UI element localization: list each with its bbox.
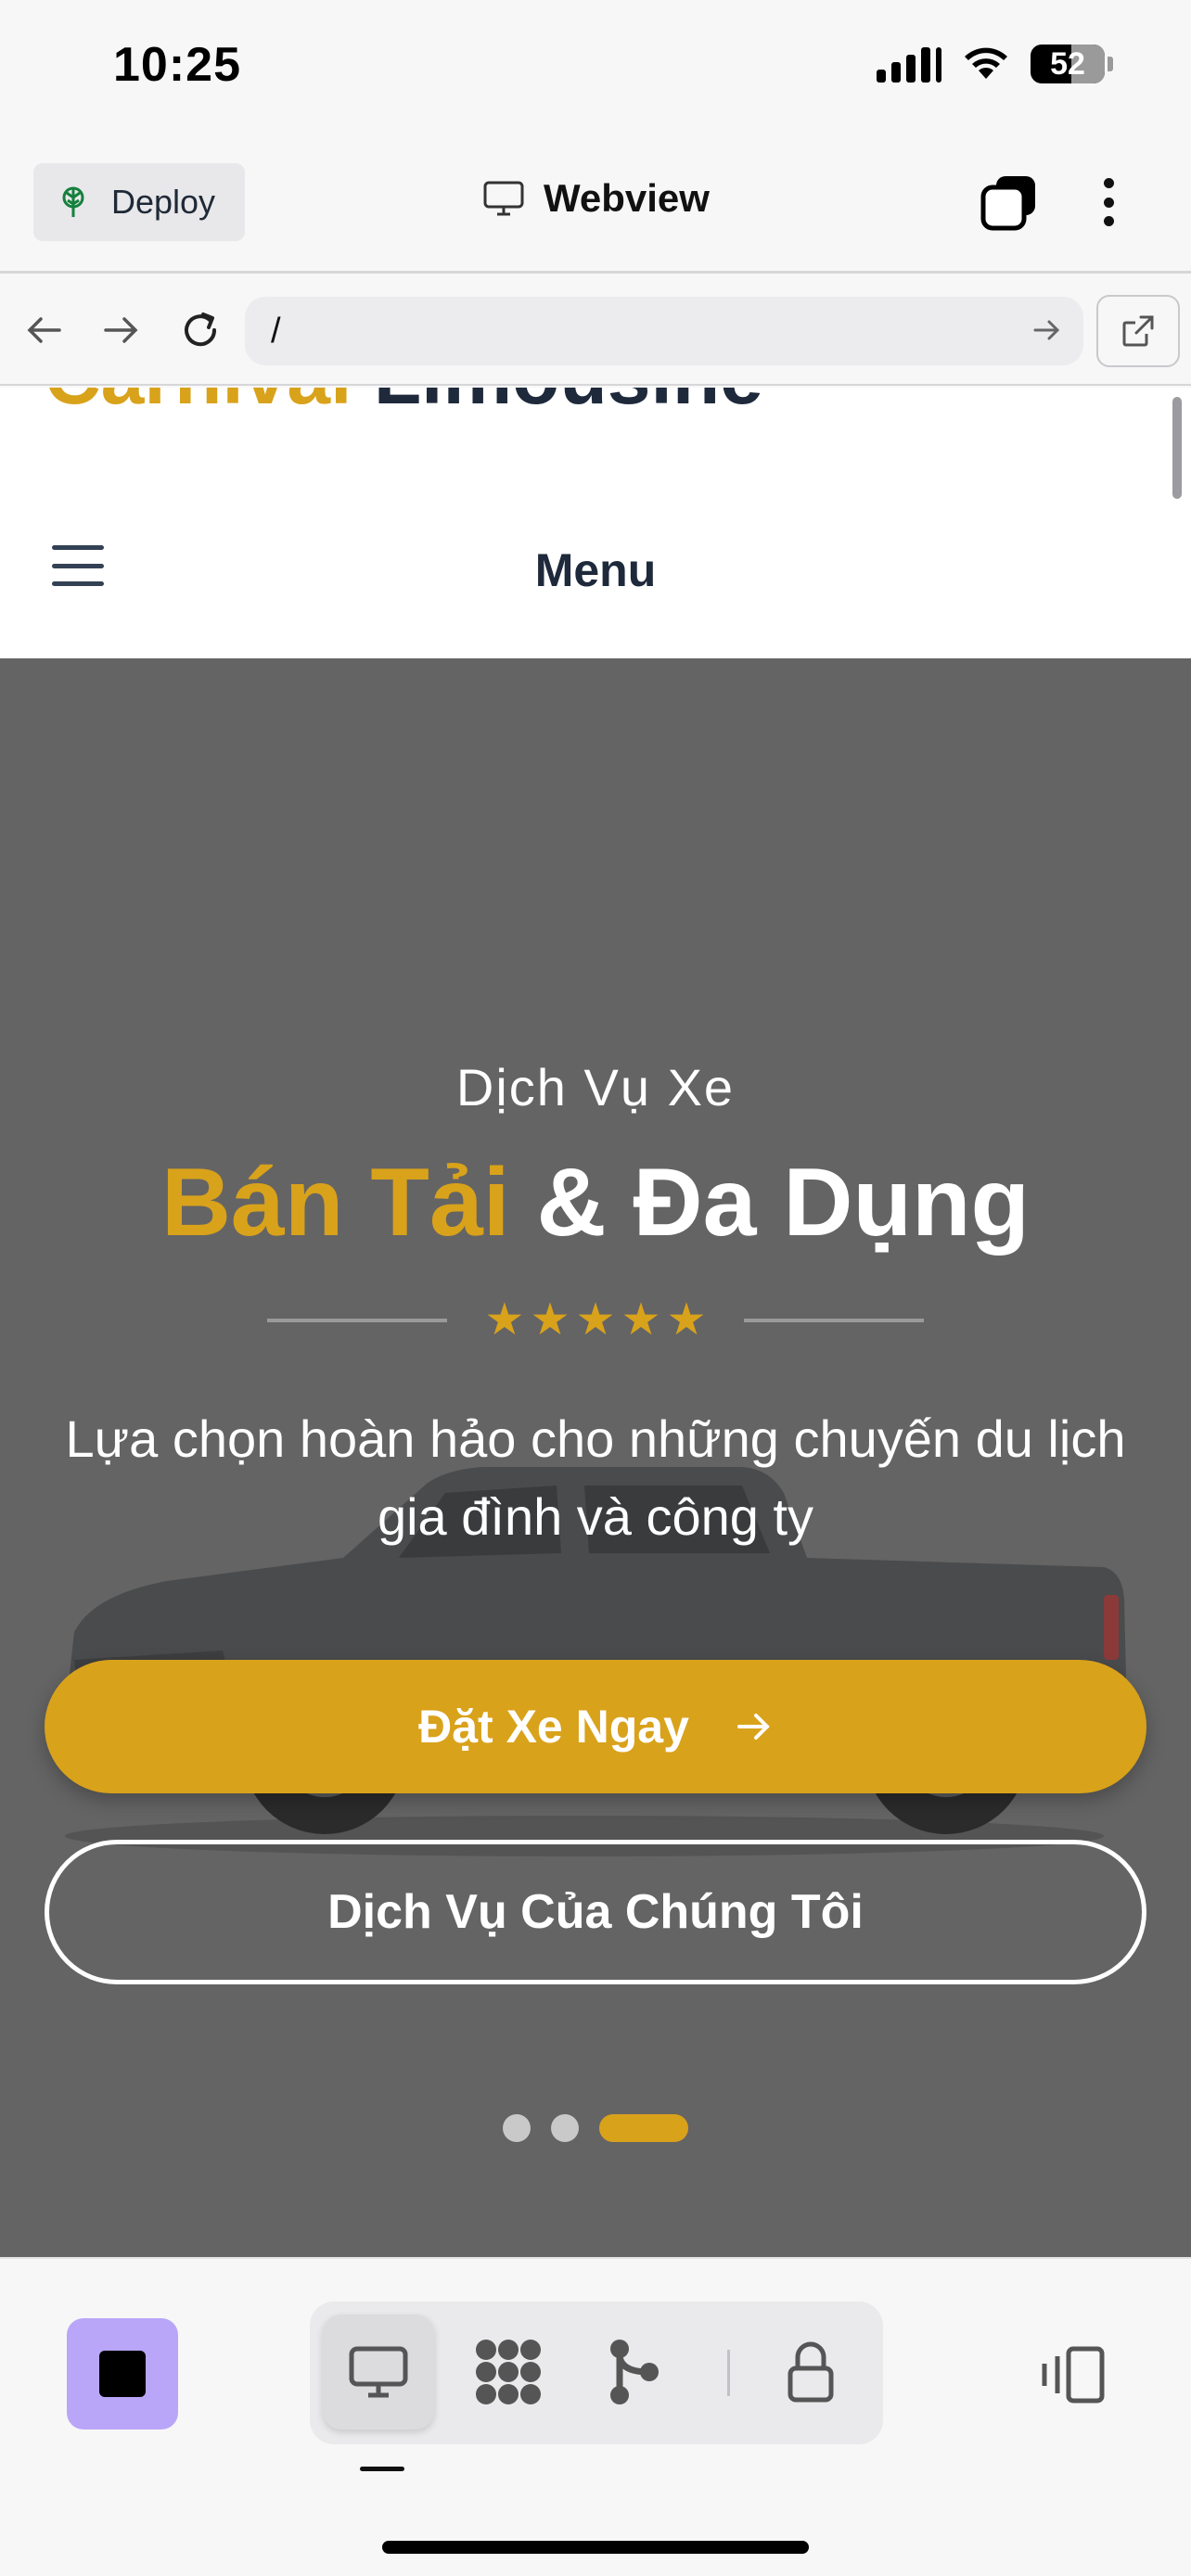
bottom-toolbar (0, 2257, 1191, 2576)
slide-dot-3[interactable] (599, 2114, 688, 2142)
tabs-icon[interactable] (980, 172, 1039, 232)
brand-part1: Carnival (45, 388, 352, 420)
webview-title: Webview (482, 176, 710, 221)
monitor-icon (483, 181, 524, 216)
status-time: 10:25 (113, 38, 241, 92)
git-branch-icon (610, 2340, 659, 2404)
toolbar-separator (727, 2350, 730, 2396)
deploy-label: Deploy (111, 183, 216, 221)
view-switcher (310, 2302, 883, 2444)
rating-stars-icon: ★ ★ ★ ★ ★ (484, 1295, 707, 1345)
webview-tab[interactable] (323, 2315, 434, 2429)
brand-part2: Limousine (374, 388, 763, 420)
deploy-icon (62, 186, 84, 217)
go-arrow-icon[interactable] (1031, 313, 1063, 347)
deploy-button[interactable]: Deploy (33, 163, 245, 241)
slider-dots (0, 2114, 1191, 2142)
hero-title-highlight: Bán Tải (160, 1149, 510, 1256)
site-nav: Menu (0, 490, 1191, 657)
our-services-label: Dịch Vụ Của Chúng Tôi (327, 1885, 864, 1939)
layout-toggle-button[interactable] (1030, 2333, 1113, 2417)
menu-label[interactable]: Menu (0, 543, 1191, 597)
hero-description: Lựa chọn hoàn hảo cho những chuyến du lị… (65, 1409, 1126, 1546)
active-tab-indicator (360, 2467, 404, 2471)
slide-dot-2[interactable] (551, 2114, 579, 2142)
app-bar: Deploy Webview (0, 139, 1191, 274)
monitor-icon (349, 2346, 408, 2398)
apps-tab[interactable] (453, 2315, 564, 2429)
back-arrow-icon[interactable] (19, 304, 70, 356)
panel-layout-icon (1042, 2346, 1105, 2404)
open-external-button[interactable] (1096, 295, 1180, 367)
forward-arrow-icon[interactable] (95, 304, 147, 356)
stop-button[interactable] (67, 2318, 178, 2429)
hero-subtitle: Dịch Vụ Xe (455, 1058, 736, 1116)
wifi-icon (965, 47, 1007, 79)
webview-title-label: Webview (544, 176, 710, 220)
url-input[interactable]: / (245, 297, 1083, 365)
book-now-button[interactable]: Đặt Xe Ngay (45, 1660, 1146, 1793)
home-indicator[interactable] (382, 2541, 809, 2554)
webview-content: Carnival Limousine Menu Dịch Vụ Xe Bán T… (0, 388, 1191, 2257)
battery-level: 52 (1050, 45, 1085, 82)
battery-icon: 52 (1031, 45, 1105, 83)
status-bar: 10:25 52 (0, 0, 1191, 139)
site-brand[interactable]: Carnival Limousine (45, 388, 763, 422)
secrets-tab[interactable] (755, 2315, 866, 2429)
status-icons: 52 (877, 45, 1113, 83)
hero-title: Bán Tải & Đa Dụng (0, 1148, 1191, 1258)
external-link-icon (1122, 315, 1154, 347)
arrow-right-icon (736, 1714, 770, 1740)
scrollbar[interactable] (1172, 397, 1182, 499)
url-bar: / (0, 276, 1191, 386)
apps-grid-icon (476, 2340, 541, 2404)
our-services-button[interactable]: Dịch Vụ Của Chúng Tôi (45, 1840, 1146, 1984)
reload-icon[interactable] (174, 304, 226, 356)
lock-icon (788, 2341, 834, 2403)
url-text: / (271, 311, 281, 351)
more-options-icon[interactable] (1093, 172, 1124, 232)
hero-divider: ★ ★ ★ ★ ★ (0, 1298, 1191, 1343)
cellular-signal-icon (877, 45, 941, 83)
stop-icon (99, 2351, 146, 2397)
hero-title-rest: & Đa Dụng (536, 1149, 1031, 1256)
hero-slider: Dịch Vụ Xe Bán Tải & Đa Dụng ★ ★ ★ ★ ★ Lựa c… (0, 658, 1191, 2257)
git-tab[interactable] (579, 2315, 690, 2429)
book-now-label: Đặt Xe Ngay (418, 1701, 689, 1753)
slide-dot-1[interactable] (503, 2114, 531, 2142)
